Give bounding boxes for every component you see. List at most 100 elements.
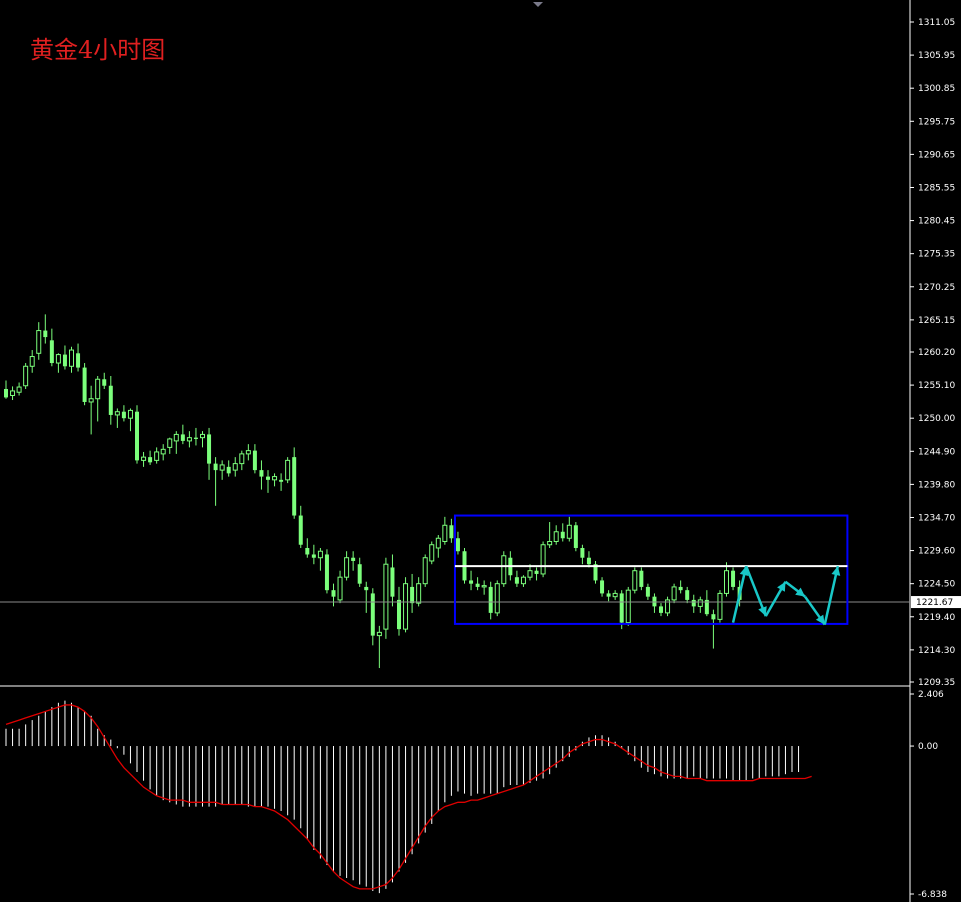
candle bbox=[82, 363, 87, 406]
candle-body-down bbox=[108, 385, 113, 415]
candle-body-down bbox=[148, 457, 153, 463]
candle bbox=[501, 551, 507, 587]
candle bbox=[553, 525, 559, 545]
candle bbox=[252, 444, 257, 474]
candle bbox=[455, 531, 460, 555]
candle-body-down bbox=[180, 434, 185, 441]
candle-body-up bbox=[403, 583, 409, 630]
candle bbox=[645, 583, 650, 600]
candle bbox=[469, 570, 474, 591]
candle bbox=[311, 544, 316, 565]
candles bbox=[4, 314, 742, 669]
candle bbox=[364, 581, 369, 613]
candle-body-up bbox=[239, 453, 245, 465]
macd-indicator: 2.406 0.00 -6.838 bbox=[5, 690, 947, 900]
candle bbox=[29, 350, 35, 373]
candle bbox=[481, 580, 487, 595]
price-tick-label: 1244.90 bbox=[918, 447, 955, 457]
price-tick-label: 1229.60 bbox=[918, 547, 955, 557]
trend-arrow bbox=[804, 595, 826, 626]
price-tick-label: 1305.95 bbox=[918, 51, 955, 61]
price-tick-label: 1260.20 bbox=[918, 348, 955, 358]
candle bbox=[272, 473, 278, 487]
candle-body-down bbox=[711, 614, 716, 620]
candle bbox=[442, 516, 448, 545]
trend-arrow bbox=[731, 565, 749, 623]
candle-body-up bbox=[88, 398, 94, 403]
price-tick-label: 1234.70 bbox=[918, 513, 955, 523]
candle-body-down bbox=[580, 547, 585, 558]
candle bbox=[193, 427, 198, 446]
candle-body-down bbox=[121, 411, 126, 419]
candle-body-down bbox=[82, 367, 87, 402]
candle bbox=[573, 522, 578, 552]
candle-body-up bbox=[429, 544, 435, 562]
candle-body-up bbox=[422, 557, 428, 585]
scroll-marker-icon[interactable] bbox=[533, 2, 543, 7]
candle bbox=[659, 603, 663, 617]
candle bbox=[121, 405, 126, 422]
candle-body-down bbox=[259, 470, 264, 477]
candle bbox=[606, 590, 611, 602]
candle bbox=[324, 549, 329, 594]
candle-body-up bbox=[547, 540, 553, 546]
candle-body-down bbox=[475, 583, 480, 587]
candle bbox=[632, 567, 638, 594]
candle-body-up bbox=[494, 583, 500, 614]
candle bbox=[344, 551, 350, 581]
candle-body-up bbox=[442, 524, 448, 542]
candle bbox=[494, 580, 500, 617]
candle bbox=[403, 577, 409, 633]
candle-body-down bbox=[292, 457, 297, 516]
candle-body-up bbox=[114, 411, 120, 416]
candle bbox=[410, 573, 415, 613]
candle bbox=[76, 343, 81, 372]
candle bbox=[475, 577, 480, 591]
candle-body-up bbox=[671, 586, 677, 601]
candle bbox=[239, 450, 245, 471]
candle-body-down bbox=[102, 379, 107, 386]
candle-body-up bbox=[435, 537, 441, 549]
candle bbox=[580, 544, 585, 565]
candle bbox=[704, 590, 709, 617]
price-tick-label: 1311.05 bbox=[918, 18, 955, 28]
candle-body-down bbox=[645, 586, 650, 597]
candle-body-down bbox=[390, 567, 395, 597]
candle bbox=[331, 583, 336, 607]
candle bbox=[292, 447, 297, 519]
candle bbox=[566, 516, 572, 542]
candle bbox=[429, 541, 435, 565]
candle bbox=[691, 594, 696, 613]
candle-body-down bbox=[279, 479, 284, 482]
candle bbox=[226, 460, 231, 477]
overlays: 1221.67 bbox=[0, 514, 961, 626]
trend-arrow-head bbox=[831, 566, 841, 576]
candle bbox=[383, 557, 389, 639]
candle-body-down bbox=[193, 437, 198, 439]
candle-body-up bbox=[285, 459, 291, 481]
candle bbox=[390, 554, 395, 607]
candle bbox=[593, 560, 598, 584]
candle bbox=[49, 328, 54, 367]
candle-body-up bbox=[16, 386, 22, 393]
candle bbox=[69, 346, 74, 373]
candle-body-up bbox=[232, 463, 238, 471]
candle-body-up bbox=[200, 433, 205, 439]
candle-body-down bbox=[619, 593, 624, 623]
candle bbox=[337, 570, 343, 604]
price-tick-label: 1265.15 bbox=[918, 316, 955, 326]
candle bbox=[370, 588, 375, 646]
candle bbox=[376, 625, 382, 669]
candle-body-up bbox=[55, 354, 61, 364]
candle-body-down bbox=[370, 593, 375, 636]
candle bbox=[173, 431, 179, 454]
candle-body-down bbox=[449, 525, 454, 539]
candle-body-down bbox=[606, 593, 611, 597]
candle-body-down bbox=[678, 586, 683, 591]
candle bbox=[219, 460, 225, 480]
candle-body-up bbox=[566, 524, 572, 539]
candle-body-up bbox=[154, 451, 160, 461]
candle-body-down bbox=[691, 599, 696, 607]
candlestick-chart: 1311.05 1305.95 1300.85 1295.75 1290.65 1285.… bbox=[0, 0, 961, 902]
candle bbox=[711, 609, 716, 649]
